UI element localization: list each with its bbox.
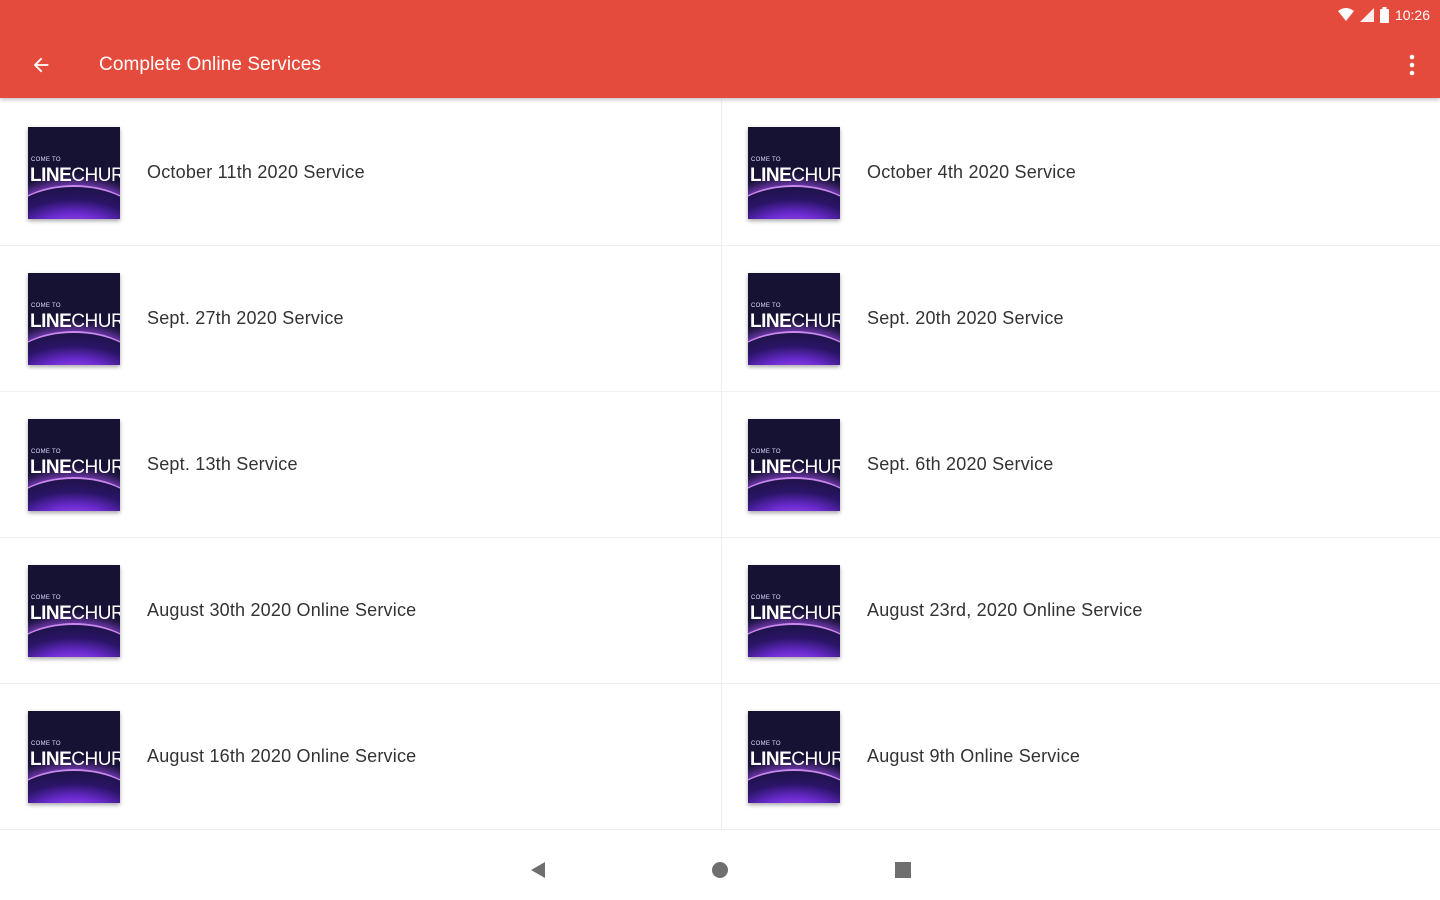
thumbnail-brand: LINECHUR xyxy=(30,311,120,333)
service-thumbnail: COME TO LINECHUR xyxy=(28,419,120,511)
nav-back-icon xyxy=(531,862,545,878)
wifi-icon xyxy=(1337,8,1354,21)
thumbnail-top-text: COME TO xyxy=(31,157,61,163)
thumbnail-brand: LINECHUR xyxy=(750,603,840,625)
thumbnail-top-text: COME TO xyxy=(751,595,781,601)
thumbnail-brand: LINECHUR xyxy=(750,311,840,333)
thumbnail-brand-bold: LINE xyxy=(30,311,72,332)
service-title: October 4th 2020 Service xyxy=(867,162,1076,182)
thumbnail-brand-bold: LINE xyxy=(30,165,72,186)
app-bar: 10:26 Complete Online Services xyxy=(0,0,1440,98)
service-thumbnail: COME TO LINECHUR xyxy=(748,711,840,803)
thumbnail-brand-bold: LINE xyxy=(30,603,72,624)
service-title: August 16th 2020 Online Service xyxy=(147,746,417,766)
more-vert-icon xyxy=(1409,54,1415,76)
service-card[interactable]: COME TO LINECHUR Sept. 20th 2020 Service xyxy=(720,246,1440,392)
nav-recents-icon xyxy=(895,862,911,878)
overflow-menu-button[interactable] xyxy=(1404,50,1420,80)
thumbnail-brand-bold: LINE xyxy=(30,749,72,770)
thumbnail-arc xyxy=(748,623,840,657)
service-title: August 9th Online Service xyxy=(867,746,1081,766)
thumbnail-brand: LINECHUR xyxy=(750,749,840,771)
service-thumbnail: COME TO LINECHUR xyxy=(28,127,120,219)
service-thumbnail: COME TO LINECHUR xyxy=(748,273,840,365)
service-card[interactable]: COME TO LINECHUR Sept. 27th 2020 Service xyxy=(0,246,720,392)
service-card[interactable]: COME TO LINECHUR Sept. 6th 2020 Service xyxy=(720,392,1440,538)
service-title: August 23rd, 2020 Online Service xyxy=(867,600,1143,620)
service-thumbnail: COME TO LINECHUR xyxy=(28,273,120,365)
thumbnail-arc xyxy=(748,331,840,365)
service-title: Sept. 6th 2020 Service xyxy=(867,454,1054,474)
signal-icon xyxy=(1359,8,1374,22)
service-card[interactable]: COME TO LINECHUR August 9th Online Servi… xyxy=(720,684,1440,830)
service-card[interactable]: COME TO LINECHUR August 23rd, 2020 Onlin… xyxy=(720,538,1440,684)
thumbnail-top-text: COME TO xyxy=(31,741,61,747)
arrow-back-icon xyxy=(33,57,49,73)
system-navigation-bar xyxy=(0,830,1440,900)
service-title: Sept. 20th 2020 Service xyxy=(867,308,1064,328)
thumbnail-brand-bold: LINE xyxy=(750,749,792,770)
thumbnail-brand: LINECHUR xyxy=(750,165,840,187)
service-thumbnail: COME TO LINECHUR xyxy=(28,711,120,803)
thumbnail-top-text: COME TO xyxy=(751,449,781,455)
thumbnail-top-text: COME TO xyxy=(751,303,781,309)
thumbnail-brand-light: CHUR xyxy=(791,165,840,186)
thumbnail-brand-bold: LINE xyxy=(750,457,792,478)
thumbnail-arc xyxy=(28,769,120,803)
battery-icon xyxy=(1379,7,1389,23)
service-title: August 30th 2020 Online Service xyxy=(147,600,417,620)
thumbnail-arc xyxy=(748,477,840,511)
page-title: Complete Online Services xyxy=(99,54,322,75)
thumbnail-arc xyxy=(28,477,120,511)
thumbnail-brand: LINECHUR xyxy=(750,457,840,479)
thumbnail-brand-light: CHUR xyxy=(71,165,120,186)
thumbnail-brand-bold: LINE xyxy=(750,165,792,186)
thumbnail-top-text: COME TO xyxy=(31,449,61,455)
service-card[interactable]: COME TO LINECHUR August 30th 2020 Online… xyxy=(0,538,720,684)
thumbnail-brand-light: CHUR xyxy=(791,311,840,332)
thumbnail-brand-bold: LINE xyxy=(750,603,792,624)
service-card[interactable]: COME TO LINECHUR August 16th 2020 Online… xyxy=(0,684,720,830)
thumbnail-brand-light: CHUR xyxy=(71,749,120,770)
service-card[interactable]: COME TO LINECHUR October 4th 2020 Servic… xyxy=(720,100,1440,246)
thumbnail-brand-bold: LINE xyxy=(750,311,792,332)
thumbnail-brand-bold: LINE xyxy=(30,457,72,478)
service-card[interactable]: COME TO LINECHUR October 11th 2020 Servi… xyxy=(0,100,720,246)
service-card[interactable]: COME TO LINECHUR Sept. 13th Service xyxy=(0,392,720,538)
nav-back-button[interactable] xyxy=(526,858,550,882)
thumbnail-top-text: COME TO xyxy=(751,741,781,747)
status-bar: 10:26 xyxy=(1337,5,1430,25)
thumbnail-arc xyxy=(748,769,840,803)
nav-recents-button[interactable] xyxy=(891,858,915,882)
thumbnail-brand-light: CHUR xyxy=(791,457,840,478)
status-time: 10:26 xyxy=(1394,7,1430,23)
thumbnail-top-text: COME TO xyxy=(31,303,61,309)
services-grid: COME TO LINECHUR October 11th 2020 Servi… xyxy=(0,100,1440,830)
service-thumbnail: COME TO LINECHUR xyxy=(748,565,840,657)
nav-home-icon xyxy=(712,862,728,878)
thumbnail-brand: LINECHUR xyxy=(30,165,120,187)
thumbnail-brand: LINECHUR xyxy=(30,457,120,479)
thumbnail-top-text: COME TO xyxy=(751,157,781,163)
thumbnail-arc xyxy=(28,623,120,657)
service-title: Sept. 13th Service xyxy=(147,454,298,474)
thumbnail-brand-light: CHUR xyxy=(71,603,120,624)
back-button[interactable] xyxy=(26,50,56,80)
thumbnail-brand-light: CHUR xyxy=(791,603,840,624)
service-thumbnail: COME TO LINECHUR xyxy=(28,565,120,657)
thumbnail-arc xyxy=(28,331,120,365)
thumbnail-brand-light: CHUR xyxy=(71,311,120,332)
service-title: Sept. 27th 2020 Service xyxy=(147,308,344,328)
thumbnail-arc xyxy=(28,185,120,219)
nav-home-button[interactable] xyxy=(708,858,732,882)
service-thumbnail: COME TO LINECHUR xyxy=(748,127,840,219)
thumbnail-brand: LINECHUR xyxy=(30,603,120,625)
thumbnail-brand-light: CHUR xyxy=(791,749,840,770)
thumbnail-top-text: COME TO xyxy=(31,595,61,601)
thumbnail-brand-light: CHUR xyxy=(71,457,120,478)
thumbnail-brand: LINECHUR xyxy=(30,749,120,771)
service-title: October 11th 2020 Service xyxy=(147,162,365,182)
service-thumbnail: COME TO LINECHUR xyxy=(748,419,840,511)
thumbnail-arc xyxy=(748,185,840,219)
